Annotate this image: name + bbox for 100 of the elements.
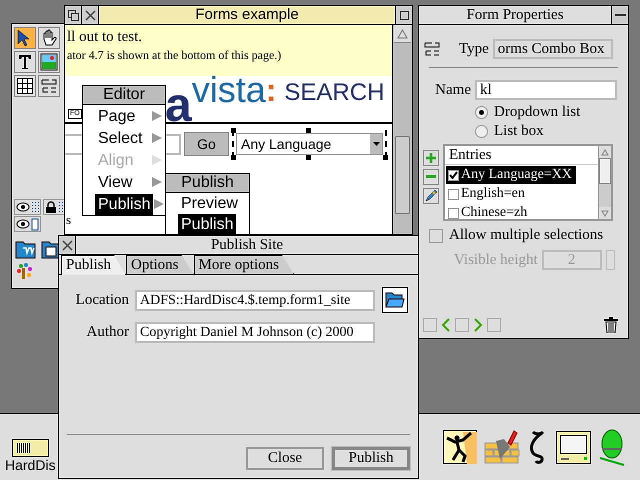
list-item[interactable]: Any Language=XX bbox=[446, 166, 576, 184]
radio-button[interactable] bbox=[475, 106, 488, 119]
pointer-tool[interactable] bbox=[14, 27, 36, 49]
menu-item[interactable]: Page bbox=[95, 106, 138, 126]
back-icon[interactable] bbox=[65, 6, 82, 24]
body-text: ator 4.7 is shown at the bottom of this page.) bbox=[67, 48, 282, 63]
folder-icon bbox=[385, 291, 405, 309]
radio-button[interactable] bbox=[475, 125, 488, 138]
monitor-icon[interactable] bbox=[556, 430, 591, 464]
empty-slot-icon bbox=[423, 318, 437, 332]
text-field[interactable]: ADFS::HardDisc4.$.temp.form1_site bbox=[135, 290, 375, 310]
form-field-icon bbox=[40, 77, 58, 95]
logo-letter: a bbox=[165, 84, 192, 128]
minus-icon bbox=[426, 175, 436, 179]
table-tool[interactable] bbox=[14, 75, 36, 97]
close-icon[interactable] bbox=[82, 6, 99, 24]
menu-item[interactable]: Preview bbox=[178, 193, 241, 214]
drive-label[interactable]: HardDis bbox=[5, 457, 56, 473]
palette-icon[interactable] bbox=[16, 263, 32, 279]
list-item[interactable]: English=en bbox=[446, 185, 529, 203]
submenu-arrow-icon bbox=[151, 132, 163, 144]
menu-item: Align bbox=[97, 150, 135, 170]
selection-handles[interactable] bbox=[232, 130, 387, 158]
form-field-icon bbox=[423, 40, 441, 58]
submenu-arrow-icon bbox=[151, 176, 163, 188]
scroll-thumb[interactable] bbox=[395, 136, 410, 214]
eye-icon bbox=[16, 202, 30, 212]
window-title: Publish Site bbox=[210, 236, 284, 254]
empty-slot-icon bbox=[487, 318, 501, 332]
minimise-icon[interactable] bbox=[611, 6, 628, 24]
type-field: orms Combo Box bbox=[492, 39, 613, 59]
pen-icon bbox=[425, 190, 437, 202]
language-select[interactable]: Any Language bbox=[236, 133, 383, 155]
entries-list[interactable]: Entries Any Language=XX English=en Chinese=zh bbox=[443, 144, 613, 221]
submenu-arrow-icon bbox=[151, 110, 163, 122]
eye-icon bbox=[16, 219, 30, 229]
menu-item[interactable]: Select bbox=[95, 128, 146, 148]
text-field[interactable]: Copyright Daniel M Johnson (c) 2000 bbox=[135, 322, 375, 343]
picture-icon bbox=[40, 53, 58, 71]
text-tool[interactable] bbox=[14, 51, 36, 73]
field-label: Location bbox=[74, 292, 129, 308]
body-text: ll out to test. bbox=[67, 29, 143, 46]
menu-item[interactable]: Publish bbox=[178, 214, 236, 235]
tab[interactable]: Options bbox=[126, 255, 194, 274]
name-field[interactable]: kl bbox=[475, 80, 617, 100]
radio-label[interactable]: List box bbox=[494, 123, 544, 140]
radio-label[interactable]: Dropdown list bbox=[494, 104, 580, 121]
window-title: Forms example bbox=[194, 6, 300, 24]
checkbox-label[interactable]: Allow multiple selections bbox=[449, 227, 604, 244]
add-entry-button[interactable] bbox=[423, 150, 439, 166]
default-button[interactable]: Publish bbox=[332, 447, 410, 470]
scroll-up-icon[interactable] bbox=[601, 148, 609, 156]
layer-button[interactable] bbox=[14, 199, 41, 215]
acorn-icon[interactable] bbox=[598, 428, 626, 466]
field-label: Visible height bbox=[454, 252, 538, 268]
folder-icon[interactable] bbox=[15, 239, 37, 259]
image-tool[interactable] bbox=[38, 51, 60, 73]
checkbox[interactable] bbox=[448, 170, 459, 180]
edit-entry-button[interactable] bbox=[423, 188, 439, 204]
menu-title: Editor bbox=[83, 86, 165, 105]
title-bar[interactable]: Publish Site bbox=[59, 236, 418, 255]
frame-icon bbox=[31, 218, 39, 230]
submenu-arrow-icon bbox=[151, 154, 163, 166]
dialog-button[interactable]: Close bbox=[246, 447, 324, 470]
scroll-down-icon[interactable] bbox=[601, 210, 609, 216]
title-bar[interactable]: Forms example bbox=[65, 6, 412, 25]
trash-icon[interactable] bbox=[604, 317, 618, 333]
logo-colon: : bbox=[266, 71, 276, 110]
layer-button[interactable] bbox=[14, 216, 41, 232]
tab[interactable]: Publish bbox=[61, 255, 126, 275]
list-item[interactable]: Chinese=zh bbox=[446, 204, 532, 219]
menu-title: Publish bbox=[166, 174, 249, 193]
tab[interactable]: More options bbox=[194, 255, 294, 274]
plus-icon bbox=[426, 153, 436, 163]
checkbox[interactable] bbox=[448, 188, 459, 200]
trowel-bricks-icon[interactable] bbox=[484, 429, 520, 465]
text-tool-icon bbox=[16, 53, 34, 71]
dancer-icon[interactable] bbox=[443, 430, 477, 464]
form-tool[interactable] bbox=[38, 75, 60, 97]
toggle-size-icon[interactable] bbox=[395, 6, 412, 24]
logo-search-word: SEARCH bbox=[284, 78, 384, 108]
checkbox[interactable] bbox=[429, 228, 443, 242]
scrollbar[interactable] bbox=[392, 25, 412, 234]
close-icon[interactable] bbox=[59, 236, 76, 254]
folder-button[interactable] bbox=[382, 287, 408, 313]
go-button[interactable]: Go bbox=[184, 132, 229, 156]
hand-tool[interactable] bbox=[38, 27, 60, 49]
menu-item[interactable]: View bbox=[95, 172, 136, 192]
title-bar[interactable]: Form Properties bbox=[419, 6, 628, 25]
field-label: Name bbox=[434, 82, 471, 98]
logo-word: vista bbox=[192, 70, 266, 110]
table-icon bbox=[16, 77, 34, 95]
submenu-arrow-icon bbox=[153, 198, 163, 210]
field-label: Author bbox=[86, 324, 129, 341]
menu-item[interactable]: Publish bbox=[95, 194, 154, 214]
body-text: s bbox=[65, 212, 72, 228]
checkbox[interactable] bbox=[448, 208, 459, 218]
scrollbar[interactable] bbox=[598, 146, 611, 219]
window-title: Form Properties bbox=[465, 6, 565, 24]
lock-icon bbox=[45, 201, 57, 213]
